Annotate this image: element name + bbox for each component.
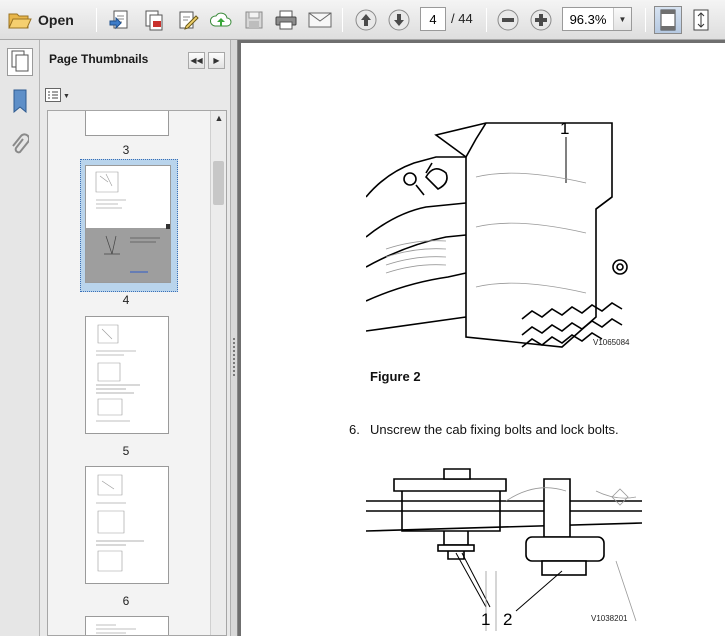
next-page-button[interactable] [386, 6, 412, 34]
pages-icon [10, 50, 30, 75]
folder-open-icon [8, 10, 32, 30]
double-chevron-left-icon: ◀◀ [190, 56, 203, 65]
combine-files-icon [143, 9, 165, 31]
options-list-icon [45, 87, 61, 105]
create-pdf-icon [109, 9, 131, 31]
email-icon [308, 11, 332, 29]
figure-3-illustration [366, 468, 642, 631]
thumbnail-page-number: 3 [122, 143, 130, 157]
scroll-up-icon[interactable]: ▲ [211, 113, 226, 127]
email-button[interactable] [306, 6, 334, 34]
thumbnail-scrollbar[interactable]: ▲ [210, 111, 226, 635]
document-page: 1 V1065084 Figure 2 6. Unscrew the cab f… [241, 43, 725, 636]
panel-splitter[interactable] [230, 40, 238, 636]
full-screen-icon [692, 9, 710, 31]
thumbnail-page-3[interactable] [85, 111, 169, 136]
thumbnail-page-number: 6 [122, 594, 130, 608]
upload-button[interactable] [207, 6, 235, 34]
chevron-right-icon: ▶ [213, 56, 220, 65]
figure-2-callout: 1 [560, 119, 570, 138]
thumbnail-options-button[interactable]: ▼ [45, 87, 73, 105]
attachments-nav-button[interactable] [7, 132, 33, 160]
toolbar-separator [645, 8, 646, 32]
bookmarks-nav-button[interactable] [7, 88, 33, 116]
sign-icon [177, 9, 199, 31]
toolbar-separator [96, 8, 97, 32]
zoom-select[interactable]: 96.3% ▼ [562, 7, 632, 31]
panel-title: Page Thumbnails [49, 52, 149, 66]
figure-2-id: V1065084 [593, 338, 630, 347]
print-button[interactable] [272, 6, 300, 34]
open-label: Open [38, 12, 74, 28]
bookmark-icon [11, 89, 29, 116]
thumbnail-page-7[interactable] [85, 616, 169, 635]
previous-page-icon [355, 9, 377, 31]
step-number: 6. [349, 422, 360, 437]
toolbar: Open 4 / 44 96.3% ▼ [0, 0, 725, 40]
open-button[interactable]: Open [4, 6, 82, 34]
collapse-panel-button[interactable]: ◀◀ [188, 52, 205, 69]
expand-panel-button[interactable]: ▶ [208, 52, 225, 69]
sign-button[interactable] [174, 6, 202, 34]
zoom-in-icon [530, 9, 552, 31]
thumbnail-page-number: 5 [122, 444, 130, 458]
chevron-down-icon: ▼ [63, 92, 70, 100]
thumbnail-page-4[interactable] [85, 165, 171, 283]
save-icon [244, 10, 264, 30]
fit-page-icon [659, 9, 677, 31]
figure-3-callout-2: 2 [503, 610, 513, 629]
page-thumbnails-nav-button[interactable] [7, 48, 33, 76]
step-instruction: Unscrew the cab fixing bolts and lock bo… [370, 422, 619, 437]
thumbnail-page-6[interactable] [85, 466, 169, 584]
splitter-grip[interactable] [233, 338, 235, 378]
figure-2-illustration [366, 122, 628, 348]
figure-3-callout-1: 1 [481, 610, 491, 629]
paperclip-icon [11, 132, 31, 160]
scrollbar-thumb[interactable] [213, 161, 224, 205]
toolbar-separator [486, 8, 487, 32]
thumbnails-panel: Page Thumbnails ◀◀ ▶ ▼ 3 4 5 6 ▲ [40, 40, 230, 636]
page-number-input[interactable]: 4 [420, 7, 446, 31]
figure-3-id: V1038201 [591, 614, 628, 623]
combine-files-button[interactable] [140, 6, 168, 34]
chevron-down-icon[interactable]: ▼ [613, 8, 631, 30]
create-pdf-button[interactable] [106, 6, 134, 34]
zoom-out-button[interactable] [495, 6, 521, 34]
thumbnail-list[interactable]: 3 4 5 6 ▲ [47, 110, 227, 636]
figure-2-caption: Figure 2 [370, 369, 421, 384]
zoom-value: 96.3% [569, 11, 607, 27]
zoom-in-button[interactable] [528, 6, 554, 34]
upload-icon [209, 10, 233, 30]
fit-page-button[interactable] [654, 6, 682, 34]
thumbnail-page-number: 4 [122, 293, 130, 307]
thumbnail-page-5[interactable] [85, 316, 169, 434]
save-button[interactable] [241, 6, 267, 34]
full-screen-button[interactable] [688, 6, 714, 34]
previous-page-button[interactable] [353, 6, 379, 34]
zoom-out-icon [497, 9, 519, 31]
page-total-label: / 44 [451, 11, 473, 26]
navigation-pane-bar [0, 40, 40, 636]
print-icon [275, 10, 297, 30]
toolbar-separator [342, 8, 343, 32]
document-view[interactable]: 1 V1065084 Figure 2 6. Unscrew the cab f… [238, 40, 725, 636]
next-page-icon [388, 9, 410, 31]
